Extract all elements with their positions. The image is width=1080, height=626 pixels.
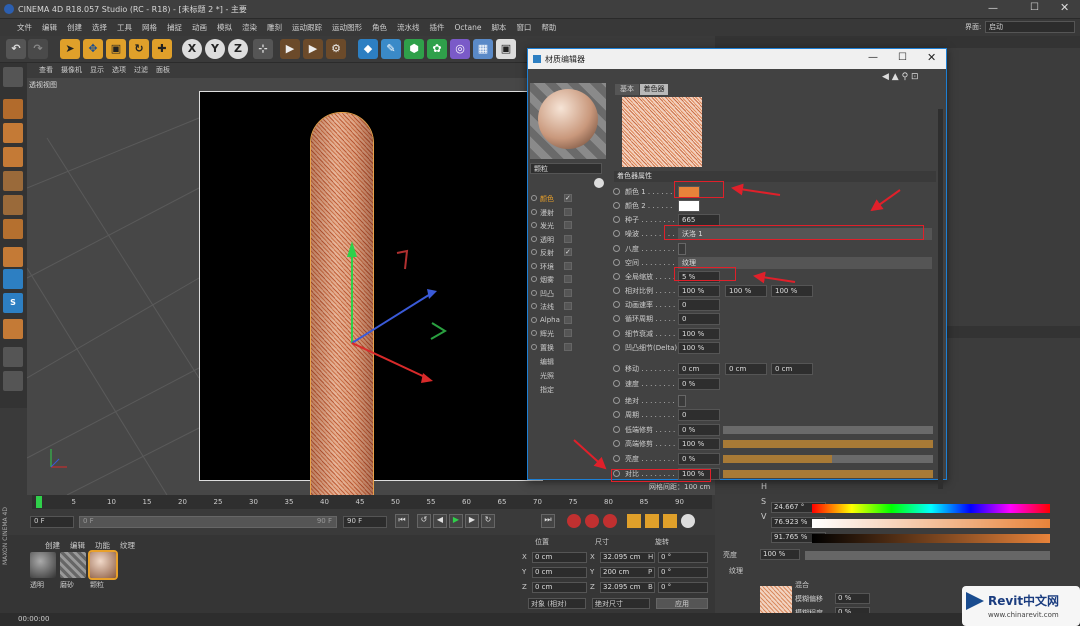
watermark-url: www.chinarevit.com xyxy=(988,611,1059,619)
site-watermark: Revit中文网 www.chinarevit.com xyxy=(962,586,1080,626)
status-bar: 00:00:00 xyxy=(0,613,1080,626)
watermark-brand: Revit中文网 xyxy=(988,594,1060,608)
annotation-arrows xyxy=(573,183,901,470)
status-time: 00:00:00 xyxy=(18,615,50,623)
revit-logo-icon xyxy=(966,592,984,610)
